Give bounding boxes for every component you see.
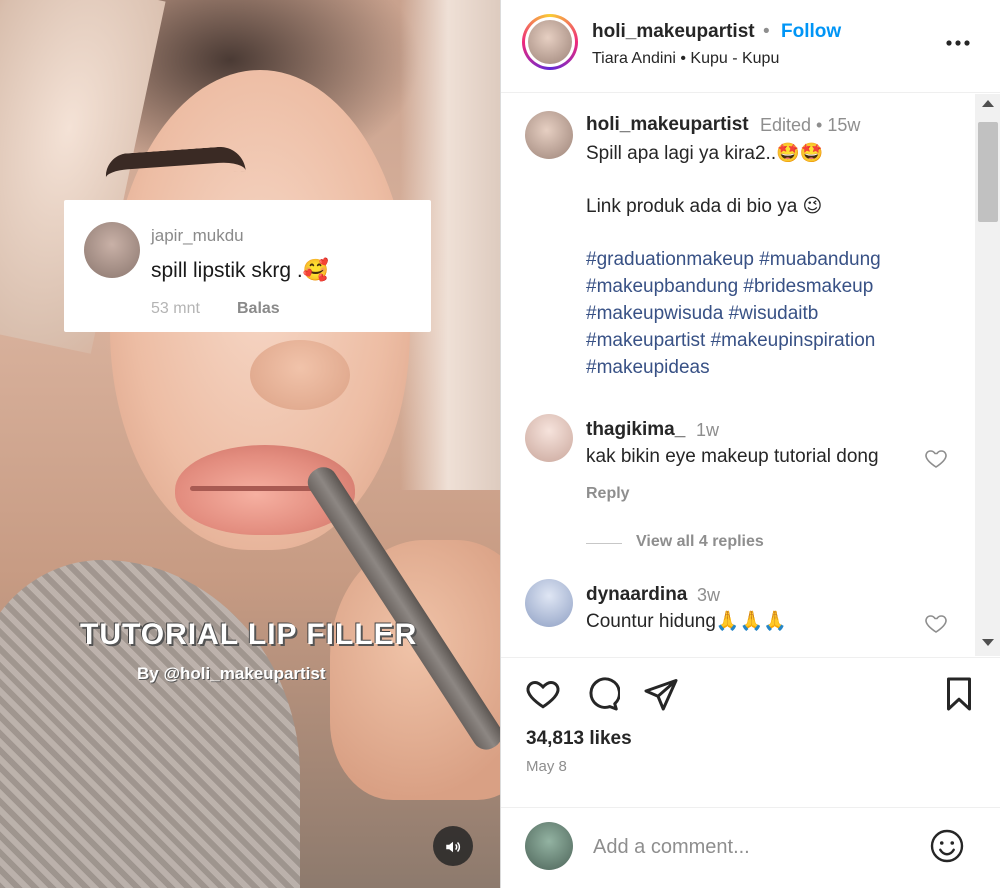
- likes-count[interactable]: 34,813 likes: [526, 728, 632, 750]
- story-ring-avatar[interactable]: [522, 14, 578, 70]
- caption-line-2: Link produk ada di bio ya 😉: [586, 196, 823, 217]
- caption-avatar[interactable]: [525, 111, 573, 159]
- comment-username[interactable]: thagikima_: [586, 419, 685, 441]
- scroll-down-icon[interactable]: [982, 639, 994, 646]
- overlay-comment-text: spill lipstik skrg .🥰: [151, 259, 329, 282]
- add-comment-bar: [501, 807, 1000, 888]
- emoji-icon[interactable]: [929, 828, 965, 864]
- post-video[interactable]: japir_mukdu spill lipstik skrg .🥰 53 mnt…: [0, 0, 500, 888]
- share-icon[interactable]: [643, 676, 679, 712]
- nose-shape: [250, 340, 350, 410]
- bookmark-icon[interactable]: [941, 676, 977, 712]
- comments-scrollbar[interactable]: [975, 94, 1000, 656]
- overlay-comment-time: 53 mnt: [151, 300, 200, 317]
- comment-time: 3w: [697, 585, 721, 605]
- hashtag-line[interactable]: #makeupbandung #bridesmakeup: [586, 273, 881, 300]
- comment-like-heart-icon[interactable]: [924, 611, 948, 635]
- comment-icon[interactable]: [584, 676, 620, 712]
- post-header: holi_makeupartist • Follow Tiara Andini …: [501, 0, 1000, 93]
- video-subtitle-text: By @holi_makeupartist: [137, 664, 326, 683]
- avatar: [528, 20, 572, 64]
- view-replies-line: [586, 543, 622, 544]
- add-comment-input[interactable]: [593, 832, 913, 862]
- comment-like-heart-icon[interactable]: [924, 446, 948, 470]
- caption-hashtags: #graduationmakeup #muabandung #makeupban…: [586, 246, 881, 381]
- dress-shape: [0, 560, 300, 888]
- hashtag-line[interactable]: #makeupartist #makeupinspiration: [586, 327, 881, 354]
- hashtag-line[interactable]: #graduationmakeup #muabandung: [586, 246, 881, 273]
- scroll-up-icon[interactable]: [982, 100, 994, 107]
- comment-username[interactable]: dynaardina: [586, 584, 687, 606]
- caption-line-1: Spill apa lagi ya kira2..🤩🤩: [586, 143, 824, 164]
- comment-avatar[interactable]: [525, 414, 573, 462]
- overlay-comment-avatar: [84, 222, 140, 278]
- post-panel: holi_makeupartist • Follow Tiara Andini …: [500, 0, 1000, 888]
- post-date[interactable]: May 8: [526, 758, 567, 775]
- comment-time: 1w: [696, 420, 720, 440]
- header-username[interactable]: holi_makeupartist: [592, 21, 755, 43]
- hashtag-line[interactable]: #makeupideas: [586, 354, 881, 381]
- comment-avatar[interactable]: [525, 579, 573, 627]
- video-overlay-comment: japir_mukdu spill lipstik skrg .🥰 53 mnt…: [64, 200, 431, 332]
- header-separator: •: [763, 21, 770, 42]
- heart-icon[interactable]: [525, 676, 561, 712]
- comment-text: kak bikin eye makeup tutorial dong: [586, 446, 879, 467]
- comments-list[interactable]: holi_makeupartist Edited • 15w Spill apa…: [501, 94, 1000, 656]
- hashtag-line[interactable]: #makeupwisuda #wisudaitb: [586, 300, 881, 327]
- speaker-icon[interactable]: [433, 826, 473, 866]
- view-replies-button[interactable]: View all 4 replies: [636, 533, 764, 551]
- audio-subtitle[interactable]: Tiara Andini • Kupu - Kupu: [592, 50, 779, 68]
- hand-shape: [330, 540, 500, 800]
- more-icon[interactable]: [945, 28, 971, 48]
- follow-button[interactable]: Follow: [781, 21, 841, 43]
- comment-text: Countur hidung🙏🙏🙏: [586, 611, 787, 632]
- avatar: [525, 822, 573, 870]
- overlay-comment-reply: Balas: [237, 300, 280, 317]
- video-title-text: TUTORIAL LIP FILLER: [80, 618, 418, 651]
- post-actions: 34,813 likes May 8: [501, 657, 1000, 807]
- overlay-comment-username: japir_mukdu: [151, 226, 244, 245]
- reply-button[interactable]: Reply: [586, 485, 630, 503]
- caption-username[interactable]: holi_makeupartist: [586, 114, 749, 136]
- caption-meta: Edited • 15w: [760, 115, 861, 135]
- scroll-thumb[interactable]: [978, 122, 998, 222]
